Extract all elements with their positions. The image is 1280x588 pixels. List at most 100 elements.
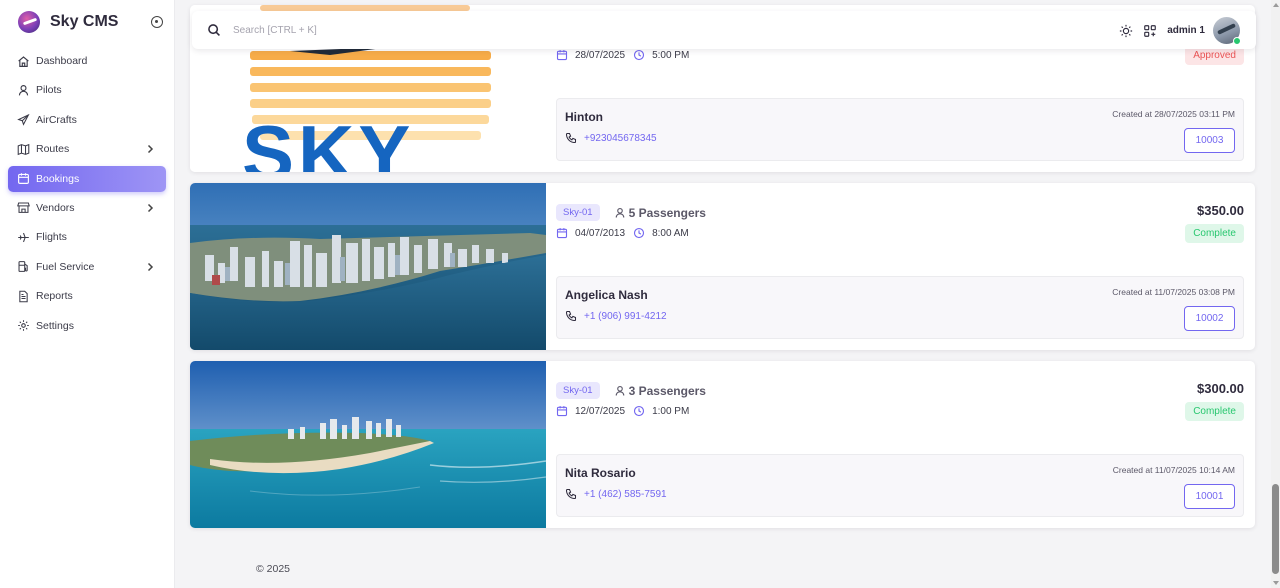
plane-icon (17, 113, 30, 127)
scroll-down-icon[interactable] (1273, 581, 1279, 585)
booking-date: 12/07/2025 (575, 405, 626, 417)
sidebar-item-label: Vendors (36, 201, 75, 214)
booking-card[interactable]: Sky-01 5 Passengers 04/07/2013 8:00 AM $… (190, 183, 1255, 350)
booking-meta: Sky-01 3 Passengers (556, 382, 706, 399)
sidebar-toggle-icon[interactable] (151, 16, 163, 28)
customer-phone[interactable]: +923045678345 (565, 132, 657, 144)
sidebar-item-pilots[interactable]: Pilots (8, 77, 166, 103)
booking-details: Sky-01 5 Passengers 04/07/2013 8:00 AM $… (556, 183, 1244, 350)
booking-details: Sky-01 3 Passengers 12/07/2025 1:00 PM $… (556, 361, 1244, 528)
booking-datetime: 12/07/2025 1:00 PM (556, 405, 689, 417)
chevron-right-icon (147, 203, 154, 212)
brand-logo-icon (18, 11, 40, 33)
customer-name: Nita Rosario (565, 466, 636, 480)
sidebar-item-label: Flights (36, 231, 67, 244)
report-icon (17, 290, 30, 303)
gear-icon (17, 319, 30, 332)
online-status-dot (1233, 37, 1241, 45)
booking-id-button[interactable]: 10002 (1184, 306, 1235, 331)
clock-icon (634, 49, 645, 61)
username[interactable]: admin 1 (1167, 25, 1205, 36)
customer-phone[interactable]: +1 (462) 585-7591 (565, 488, 667, 500)
search-input[interactable] (233, 24, 533, 36)
booking-image (190, 183, 546, 350)
calendar-icon (556, 228, 568, 239)
created-at: Created at 28/07/2025 03:11 PM (1112, 109, 1235, 119)
sidebar-item-label: Routes (36, 143, 70, 156)
page-scrollbar[interactable] (1271, 0, 1280, 588)
booking-time: 5:00 PM (652, 49, 690, 61)
aircraft-tag: Sky-01 (556, 382, 600, 399)
booking-price: $350.00 (1197, 203, 1244, 218)
clock-icon (634, 405, 645, 417)
sidebar-item-vendors[interactable]: Vendors (8, 195, 166, 221)
customer-name: Hinton (565, 110, 603, 124)
created-at: Created at 11/07/2025 10:14 AM (1112, 465, 1235, 475)
search-icon[interactable] (207, 23, 221, 37)
user-icon (17, 84, 30, 97)
phone-number[interactable]: +923045678345 (584, 133, 657, 144)
avatar[interactable] (1213, 17, 1241, 45)
calendar-icon (556, 406, 568, 417)
sidebar-item-label: Reports (36, 290, 73, 303)
booking-date: 04/07/2013 (575, 227, 626, 239)
clock-icon (634, 227, 645, 239)
sidebar-item-label: Settings (36, 319, 74, 332)
sidebar-item-reports[interactable]: Reports (8, 283, 166, 309)
sidebar-item-settings[interactable]: Settings (8, 313, 166, 339)
booking-card[interactable]: Sky-01 3 Passengers 12/07/2025 1:00 PM $… (190, 361, 1255, 528)
avatar-plane-icon (1217, 23, 1236, 35)
sidebar-item-fuel-service[interactable]: Fuel Service (8, 254, 166, 280)
store-icon (17, 201, 30, 214)
user-icon (615, 207, 624, 218)
booking-datetime: 04/07/2013 8:00 AM (556, 227, 689, 239)
sidebar: Sky CMS Dashboard Pilots AirCrafts Route (0, 0, 175, 588)
footer-copyright: © 2025 (256, 563, 291, 575)
sidebar-nav: Dashboard Pilots AirCrafts Routes Bookin… (0, 48, 174, 339)
calendar-icon (17, 172, 30, 185)
customer-panel: Hinton +923045678345 Created at 28/07/20… (556, 98, 1244, 161)
passenger-count: 3 Passengers (628, 383, 706, 398)
phone-icon (565, 310, 577, 322)
sidebar-item-label: AirCrafts (36, 113, 77, 126)
phone-icon (565, 132, 577, 144)
aircraft-tag: Sky-01 (556, 204, 600, 221)
passenger-count: 5 Passengers (628, 205, 706, 220)
sidebar-item-label: Dashboard (36, 55, 88, 67)
home-icon (17, 55, 30, 68)
sidebar-item-bookings[interactable]: Bookings (8, 165, 166, 192)
sidebar-item-label: Pilots (36, 84, 62, 97)
coastline-image (190, 361, 546, 528)
city-waterfront-image (190, 183, 546, 350)
scrollbar-thumb[interactable] (1272, 484, 1279, 574)
chevron-right-icon (147, 145, 154, 154)
status-badge: Complete (1185, 402, 1244, 421)
topbar-actions: admin 1 (1119, 17, 1241, 45)
booking-time: 8:00 AM (652, 227, 689, 239)
brand[interactable]: Sky CMS (0, 0, 174, 44)
booking-image (190, 361, 546, 528)
fuel-icon (17, 260, 30, 273)
phone-icon (565, 488, 577, 500)
phone-number[interactable]: +1 (906) 991-4212 (584, 311, 667, 322)
booking-id-button[interactable]: 10003 (1184, 128, 1235, 153)
created-at: Created at 11/07/2025 03:08 PM (1112, 287, 1235, 297)
plane-icon (17, 231, 30, 244)
booking-datetime: 28/07/2025 5:00 PM (556, 49, 689, 61)
customer-name: Angelica Nash (565, 288, 648, 302)
sidebar-item-aircrafts[interactable]: AirCrafts (8, 107, 166, 133)
booking-meta: Sky-01 5 Passengers (556, 204, 706, 221)
booking-date: 28/07/2025 (575, 49, 626, 61)
phone-number[interactable]: +1 (462) 585-7591 (584, 489, 667, 500)
sidebar-item-flights[interactable]: Flights (8, 224, 166, 250)
apps-grid-icon[interactable] (1143, 24, 1157, 38)
customer-phone[interactable]: +1 (906) 991-4212 (565, 310, 667, 322)
scroll-up-icon[interactable] (1273, 3, 1279, 7)
sun-icon[interactable] (1119, 24, 1133, 38)
chevron-right-icon (147, 262, 154, 271)
sidebar-item-routes[interactable]: Routes (8, 136, 166, 162)
sidebar-item-dashboard[interactable]: Dashboard (8, 48, 166, 74)
map-icon (17, 143, 30, 156)
sidebar-item-label: Fuel Service (36, 260, 95, 273)
booking-id-button[interactable]: 10001 (1184, 484, 1235, 509)
